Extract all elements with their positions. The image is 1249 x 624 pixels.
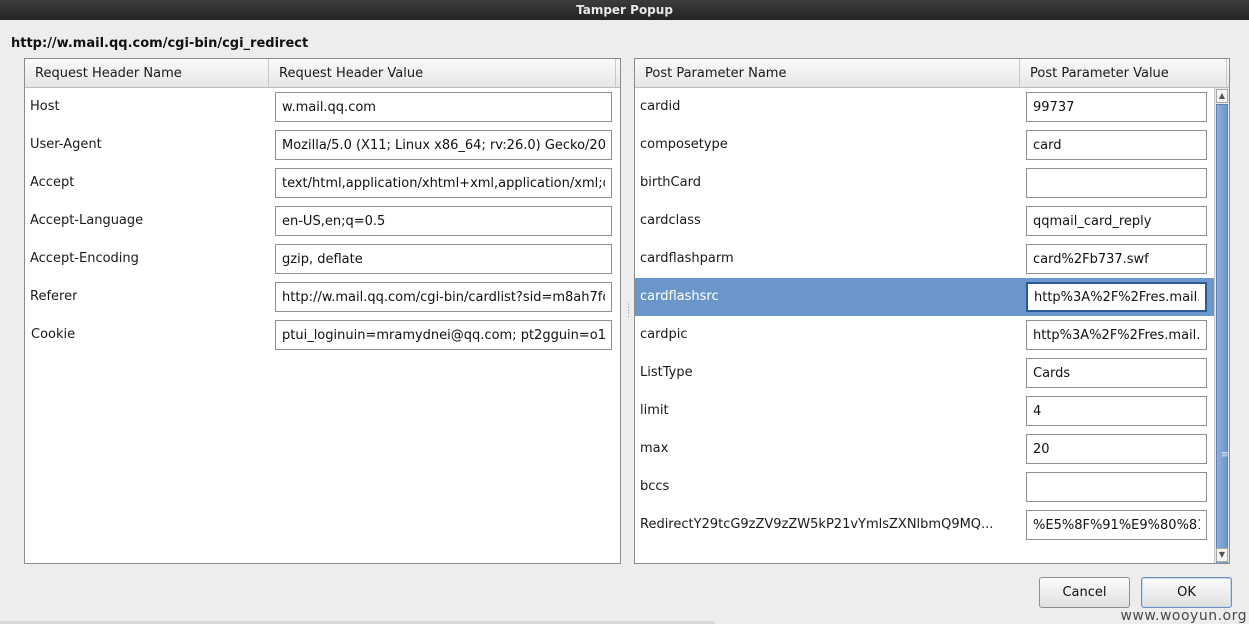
params-scrollbar[interactable]: ▲ ≡ ▼	[1214, 88, 1229, 563]
scroll-up-icon[interactable]: ▲	[1216, 89, 1228, 103]
header-value-input[interactable]	[275, 206, 612, 236]
header-row-user-agent[interactable]: User-Agent	[25, 126, 620, 164]
param-row-birthcard[interactable]: birthCard	[635, 164, 1214, 202]
request-url: http://w.mail.qq.com/cgi-bin/cgi_redirec…	[11, 36, 309, 51]
param-row-cardid[interactable]: cardid	[635, 88, 1214, 126]
header-name: Accept	[30, 175, 75, 190]
header-row-host[interactable]: Host	[25, 88, 620, 126]
param-row-redirect[interactable]: RedirectY29tcG9zZV9zZW5kP21vYmlsZXNlbmQ9…	[635, 506, 1214, 544]
param-value-input-focused[interactable]	[1026, 282, 1207, 312]
header-row-accept-encoding[interactable]: Accept-Encoding	[25, 240, 620, 278]
param-name: birthCard	[640, 175, 701, 190]
header-value-input[interactable]	[275, 282, 612, 312]
param-value-input[interactable]	[1026, 244, 1207, 274]
param-row-cardflashsrc-selected[interactable]: cardflashsrc	[635, 278, 1214, 316]
ok-button[interactable]: OK	[1141, 577, 1232, 608]
header-name: Accept-Language	[30, 213, 144, 228]
header-row-cookie[interactable]: Cookie	[25, 316, 620, 354]
param-name: cardflashparm	[640, 251, 734, 266]
param-value-input[interactable]	[1026, 130, 1207, 160]
param-value-input[interactable]	[1026, 510, 1207, 540]
headers-table-header: Request Header Name Request Header Value	[25, 59, 620, 88]
header-name: Host	[30, 99, 60, 114]
scrollbar-thumb[interactable]: ≡	[1216, 104, 1229, 563]
grip-icon: ≡	[1221, 450, 1229, 460]
param-name: max	[640, 441, 669, 456]
param-value-input[interactable]	[1026, 206, 1207, 236]
param-name: cardclass	[640, 213, 701, 228]
param-row-cardclass[interactable]: cardclass	[635, 202, 1214, 240]
header-name: Referer	[30, 289, 78, 304]
header-value-input[interactable]	[275, 130, 612, 160]
panel-splitter-handle[interactable]: ⋮ ⋮	[624, 304, 633, 319]
param-value-input[interactable]	[1026, 92, 1207, 122]
param-name: cardid	[640, 99, 681, 114]
header-value-input[interactable]	[275, 92, 612, 122]
header-value-input[interactable]	[275, 320, 612, 350]
params-table-header: Post Parameter Name Post Parameter Value	[635, 59, 1229, 88]
param-value-input[interactable]	[1026, 168, 1207, 198]
post-parameters-table: Post Parameter Name Post Parameter Value…	[634, 58, 1230, 564]
param-value-input[interactable]	[1026, 320, 1207, 350]
param-name: cardflashsrc	[640, 289, 719, 304]
param-name: cardpic	[640, 327, 688, 342]
param-col-name[interactable]: Post Parameter Name	[635, 59, 1020, 87]
header-row-referer[interactable]: Referer	[25, 278, 620, 316]
header-name: Accept-Encoding	[30, 251, 139, 266]
request-headers-table: Request Header Name Request Header Value…	[24, 58, 621, 564]
header-col-value[interactable]: Request Header Value	[269, 59, 616, 87]
param-value-input[interactable]	[1026, 396, 1207, 426]
param-name: limit	[640, 403, 669, 418]
param-name: ListType	[640, 365, 693, 380]
param-row-bccs[interactable]: bccs	[635, 468, 1214, 506]
header-value-input[interactable]	[275, 168, 612, 198]
param-row-composetype[interactable]: composetype	[635, 126, 1214, 164]
param-row-listtype[interactable]: ListType	[635, 354, 1214, 392]
param-value-input[interactable]	[1026, 358, 1207, 388]
window-title: Tamper Popup	[576, 3, 673, 17]
param-name: RedirectY29tcG9zZV9zZW5kP21vYmlsZXNlbmQ9…	[640, 517, 994, 532]
param-col-value[interactable]: Post Parameter Value	[1020, 59, 1227, 87]
header-value-input[interactable]	[275, 244, 612, 274]
param-value-input[interactable]	[1026, 434, 1207, 464]
param-name: bccs	[640, 479, 670, 494]
watermark: www.wooyun.org	[1120, 608, 1247, 624]
header-row-accept[interactable]: Accept	[25, 164, 620, 202]
param-row-limit[interactable]: limit	[635, 392, 1214, 430]
window-titlebar: Tamper Popup	[0, 0, 1249, 20]
header-row-accept-language[interactable]: Accept-Language	[25, 202, 620, 240]
param-value-input[interactable]	[1026, 472, 1207, 502]
param-row-cardpic[interactable]: cardpic	[635, 316, 1214, 354]
param-name: composetype	[640, 137, 728, 152]
header-name: User-Agent	[30, 137, 102, 152]
scroll-down-icon[interactable]: ▼	[1216, 548, 1228, 562]
header-col-name[interactable]: Request Header Name	[25, 59, 269, 87]
param-row-cardflashparm[interactable]: cardflashparm	[635, 240, 1214, 278]
header-name: Cookie	[31, 327, 76, 342]
param-row-max[interactable]: max	[635, 430, 1214, 468]
cancel-button[interactable]: Cancel	[1039, 577, 1130, 608]
